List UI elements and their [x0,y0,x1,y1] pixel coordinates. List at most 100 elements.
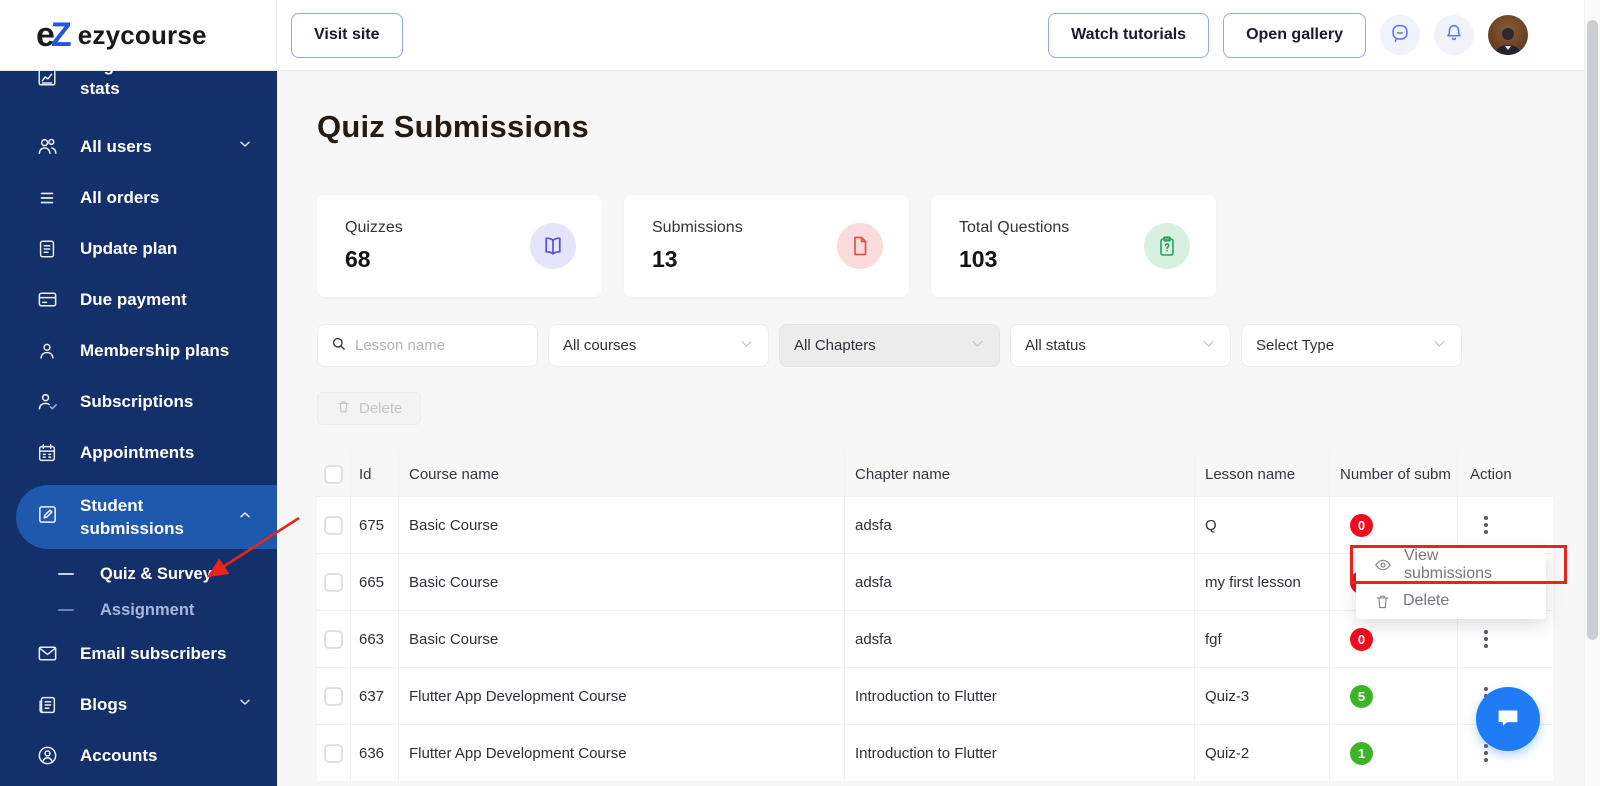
stat-card-submissions: Submissions 13 [624,195,909,297]
row-actions-menu-button[interactable] [1480,512,1492,538]
document-icon [36,238,60,260]
select-value: All Chapters [794,337,876,354]
col-header-lesson-name: Lesson name [1195,452,1330,496]
help-button[interactable] [1380,15,1420,55]
select-value: Select Type [1256,337,1335,354]
page-scrollbar [1584,0,1600,786]
logo-e: e [36,15,55,54]
top-header: eZ ezycourse Visit site Watch tutorials … [0,0,1600,71]
sidebar-item-label: Appointments [80,442,195,462]
col-header-chapter-name: Chapter name [845,452,1195,496]
calendar-icon [36,442,60,464]
chat-widget-button[interactable] [1476,687,1540,751]
select-type-select[interactable]: Select Type [1241,324,1462,367]
sidebar-item-all-orders[interactable]: All orders [0,172,277,223]
bulk-delete-button[interactable]: Delete [317,392,422,425]
sidebar-item-label: All orders [80,187,160,207]
submissions-count-badge: 5 [1350,684,1373,708]
sidebar-item-subscriptions[interactable]: Subscriptions [0,376,277,427]
logo-mark: eZ [36,15,72,55]
sidebar-subitem-label: Assignment [100,600,195,619]
lesson-search-box [317,324,538,367]
table-row: 636 Flutter App Development Course Intro… [317,724,1553,781]
logo-z: Z [50,15,72,54]
row-actions-menu-button[interactable] [1480,626,1492,652]
context-menu-item-label: Delete [1403,592,1450,609]
chevron-down-icon [1201,336,1216,355]
sidebar-nav: Magic checkout stats All users All order… [0,71,277,786]
sidebar-item-blogs[interactable]: Blogs [0,679,277,730]
sidebar-subitem-quiz-survey[interactable]: Quiz & Survey [0,556,277,592]
cell-chapter: Introduction to Flutter [845,725,1195,781]
context-menu-delete[interactable]: Delete [1356,583,1546,619]
table-row: 675 Basic Course adsfa Q 0 [317,496,1553,553]
watch-tutorials-button[interactable]: Watch tutorials [1048,12,1210,58]
bulk-delete-label: Delete [359,400,403,417]
row-checkbox[interactable] [324,629,343,649]
chevron-down-icon [970,336,985,355]
stat-card-total-questions: Total Questions 103 [931,195,1216,297]
cell-chapter: adsfa [845,611,1195,667]
sidebar-item-magic-checkout-stats[interactable]: Magic checkout stats [0,71,277,109]
bell-icon [1443,22,1465,49]
all-courses-select[interactable]: All courses [548,324,769,367]
dash-icon [58,572,74,576]
submissions-count-badge: 0 [1350,627,1373,651]
context-menu-view-submissions[interactable]: View submissions [1356,547,1546,583]
filter-bar: All courses All Chapters All status Sele… [317,324,1462,367]
cell-id: 675 [351,497,399,553]
cell-chapter: adsfa [845,497,1195,553]
select-all-checkbox[interactable] [324,464,343,484]
cell-course: Basic Course [399,497,845,553]
all-chapters-select[interactable]: All Chapters [779,324,1000,367]
col-header-course-name: Course name [399,452,845,496]
stats-icon [36,71,60,88]
sidebar-item-update-plan[interactable]: Update plan [0,223,277,274]
sidebar-item-student-submissions[interactable]: Student submissions [16,485,277,549]
all-status-select[interactable]: All status [1010,324,1231,367]
search-icon [330,335,347,357]
orders-icon [36,187,60,209]
file-icon [837,223,883,269]
sidebar-item-email-subscribers[interactable]: Email subscribers [0,628,277,679]
sidebar-item-label: Accounts [80,745,158,765]
open-gallery-button[interactable]: Open gallery [1223,12,1366,58]
dash-icon [58,608,74,612]
sidebar-item-label: Membership plans [80,340,230,360]
cell-lesson: Quiz-3 [1195,668,1330,724]
cell-course: Flutter App Development Course [399,668,845,724]
sidebar-item-accounts[interactable]: Accounts [0,730,277,781]
clipboard-icon [1144,223,1190,269]
row-checkbox[interactable] [324,515,343,535]
sidebar-item-appointments[interactable]: Appointments [0,427,277,478]
sidebar-item-all-users[interactable]: All users [0,121,277,172]
person-icon [36,340,60,362]
table-row: 637 Flutter App Development Course Intro… [317,667,1553,724]
users-icon [36,135,60,158]
cell-lesson: Quiz-2 [1195,725,1330,781]
book-icon [530,223,576,269]
sidebar-item-label: Blogs [80,694,128,714]
scrollbar-thumb[interactable] [1587,20,1598,640]
cell-id: 663 [351,611,399,667]
sidebar-item-due-payment[interactable]: Due payment [0,274,277,325]
cell-id: 665 [351,554,399,610]
user-avatar[interactable] [1488,15,1528,55]
row-checkbox[interactable] [324,686,343,706]
sidebar-item-membership-plans[interactable]: Membership plans [0,325,277,376]
select-value: All status [1025,337,1086,354]
notifications-button[interactable] [1434,15,1474,55]
row-checkbox[interactable] [324,743,343,763]
help-icon [1389,22,1411,49]
chevron-down-icon [237,136,253,157]
col-header-action: Action [1470,465,1512,483]
sidebar-subitem-label: Quiz & Survey [100,564,212,583]
cell-course: Basic Course [399,611,845,667]
visit-site-button[interactable]: Visit site [291,12,403,58]
sidebar-item-label: All users [80,136,152,156]
search-input[interactable] [355,337,515,354]
sidebar-item-label: Update plan [80,238,178,258]
sidebar-subitem-assignment[interactable]: Assignment [0,592,277,628]
row-checkbox[interactable] [324,572,343,592]
chevron-down-icon [1432,336,1447,355]
